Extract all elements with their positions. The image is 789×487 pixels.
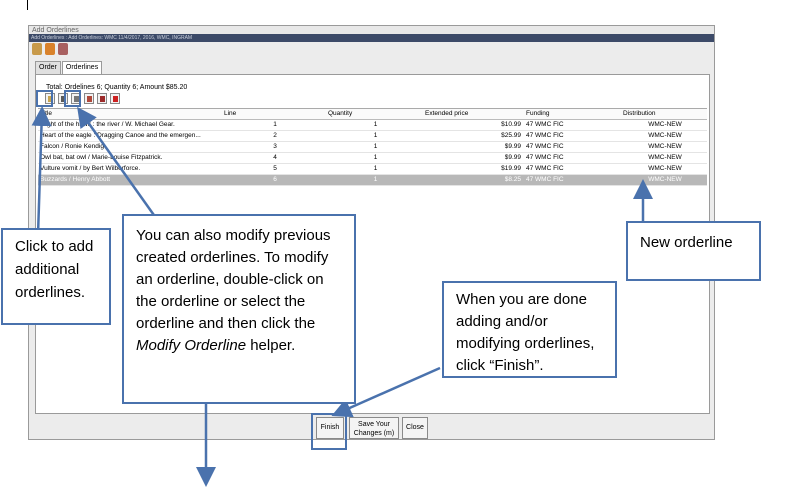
callout-add-orderlines: Click to add additional orderlines. (1, 228, 111, 325)
callout-new-orderline: New orderline (626, 221, 761, 281)
callout-finish-text: When you are done adding and/or modifyin… (456, 291, 595, 374)
callout-finish: When you are done adding and/or modifyin… (442, 281, 617, 378)
callout-modify-text: You can also modify previous created ord… (136, 227, 331, 332)
callout-modify-emphasis: Modify Orderline (136, 337, 247, 354)
callout-add-text: Click to add additional orderlines. (15, 238, 94, 301)
callout-modify-orderlines: You can also modify previous created ord… (122, 214, 356, 404)
callout-modify-text-end: helper. (246, 337, 296, 354)
callout-new-text: New orderline (640, 234, 733, 251)
